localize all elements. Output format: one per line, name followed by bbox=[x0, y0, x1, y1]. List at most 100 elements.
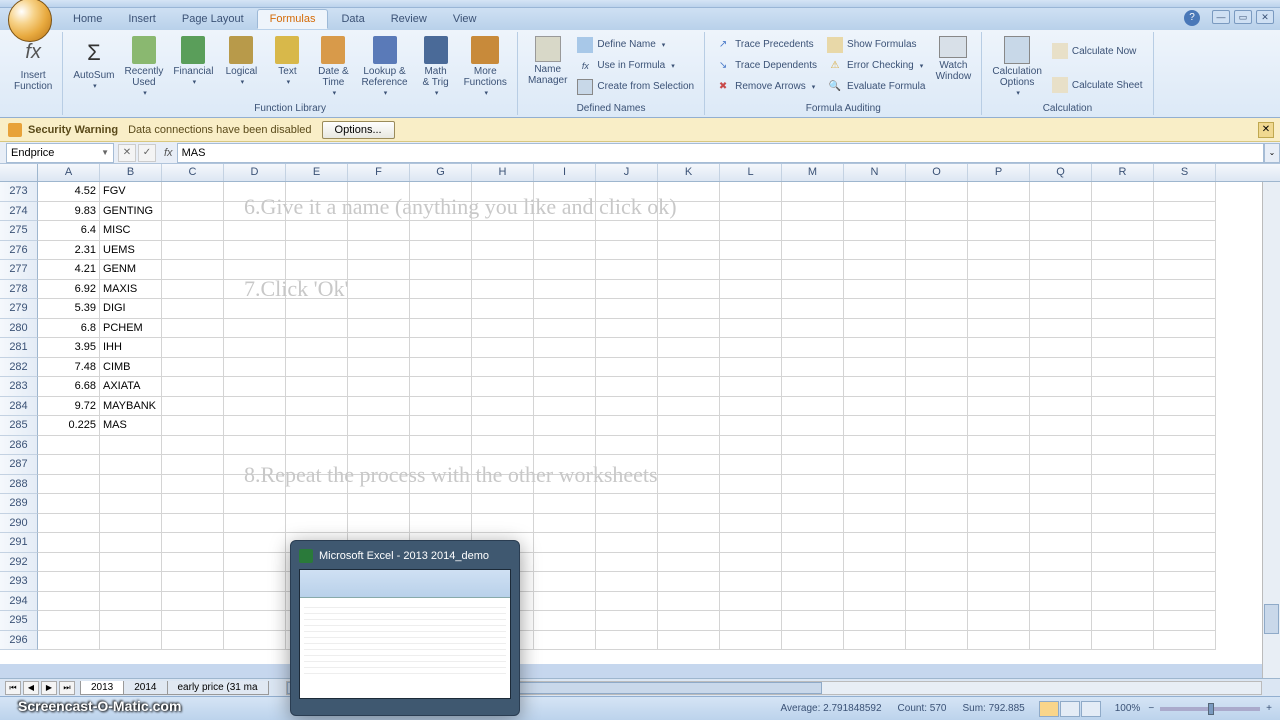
cell[interactable] bbox=[658, 202, 720, 222]
cell[interactable] bbox=[906, 377, 968, 397]
cell[interactable] bbox=[534, 241, 596, 261]
cell[interactable] bbox=[1030, 416, 1092, 436]
cell[interactable] bbox=[348, 319, 410, 339]
cell[interactable] bbox=[534, 338, 596, 358]
cell[interactable] bbox=[1030, 241, 1092, 261]
cell[interactable] bbox=[968, 241, 1030, 261]
zoom-in-button[interactable]: + bbox=[1266, 703, 1272, 714]
cell[interactable] bbox=[720, 436, 782, 456]
cell[interactable] bbox=[658, 553, 720, 573]
column-header[interactable]: R bbox=[1092, 164, 1154, 181]
cell[interactable] bbox=[534, 533, 596, 553]
cell[interactable] bbox=[348, 494, 410, 514]
cell[interactable] bbox=[782, 260, 844, 280]
cell[interactable] bbox=[1092, 436, 1154, 456]
cell[interactable] bbox=[286, 241, 348, 261]
cell[interactable] bbox=[472, 221, 534, 241]
cell[interactable] bbox=[782, 221, 844, 241]
cell[interactable]: 6.68 bbox=[38, 377, 100, 397]
cell[interactable] bbox=[410, 241, 472, 261]
cell[interactable] bbox=[844, 455, 906, 475]
cell[interactable] bbox=[38, 553, 100, 573]
cell[interactable] bbox=[472, 416, 534, 436]
cell[interactable] bbox=[534, 592, 596, 612]
name-box[interactable]: Endprice▼ bbox=[6, 143, 114, 163]
create-from-selection-button[interactable]: Create from Selection bbox=[573, 76, 698, 97]
cell[interactable] bbox=[968, 319, 1030, 339]
cell[interactable] bbox=[534, 436, 596, 456]
row-header[interactable]: 278 bbox=[0, 280, 38, 300]
column-header[interactable]: S bbox=[1154, 164, 1216, 181]
cell[interactable] bbox=[224, 241, 286, 261]
cell[interactable]: GENTING bbox=[100, 202, 162, 222]
cell[interactable]: 7.48 bbox=[38, 358, 100, 378]
cell[interactable] bbox=[224, 358, 286, 378]
zoom-slider[interactable] bbox=[1160, 707, 1260, 711]
cell[interactable] bbox=[224, 397, 286, 417]
cell[interactable] bbox=[844, 397, 906, 417]
evaluate-formula-button[interactable]: 🔍Evaluate Formula bbox=[823, 76, 929, 97]
cell[interactable] bbox=[1154, 416, 1216, 436]
cell[interactable] bbox=[1092, 494, 1154, 514]
cell[interactable] bbox=[348, 260, 410, 280]
cell[interactable] bbox=[720, 572, 782, 592]
cell[interactable] bbox=[906, 221, 968, 241]
cell[interactable] bbox=[534, 299, 596, 319]
cell[interactable] bbox=[472, 319, 534, 339]
normal-view-button[interactable] bbox=[1039, 701, 1059, 717]
cell[interactable] bbox=[100, 592, 162, 612]
cell[interactable] bbox=[720, 338, 782, 358]
cell[interactable] bbox=[410, 494, 472, 514]
cell[interactable] bbox=[1154, 202, 1216, 222]
column-header[interactable]: P bbox=[968, 164, 1030, 181]
cell[interactable] bbox=[720, 475, 782, 495]
cell[interactable] bbox=[1154, 572, 1216, 592]
cell[interactable] bbox=[844, 494, 906, 514]
cell[interactable] bbox=[472, 182, 534, 202]
cell[interactable] bbox=[720, 221, 782, 241]
cell[interactable] bbox=[162, 436, 224, 456]
row-header[interactable]: 293 bbox=[0, 572, 38, 592]
cell[interactable] bbox=[348, 514, 410, 534]
cell[interactable] bbox=[162, 514, 224, 534]
cell[interactable] bbox=[410, 280, 472, 300]
cell[interactable] bbox=[348, 202, 410, 222]
expand-formula-bar-button[interactable]: ⌄ bbox=[1264, 143, 1280, 163]
help-icon[interactable]: ? bbox=[1184, 10, 1200, 26]
cell[interactable] bbox=[1030, 182, 1092, 202]
cell[interactable] bbox=[162, 202, 224, 222]
row-header[interactable]: 285 bbox=[0, 416, 38, 436]
cell[interactable] bbox=[162, 241, 224, 261]
cell[interactable] bbox=[720, 611, 782, 631]
cell[interactable] bbox=[844, 377, 906, 397]
cell[interactable] bbox=[1154, 514, 1216, 534]
row-header[interactable]: 273 bbox=[0, 182, 38, 202]
cell[interactable] bbox=[1154, 377, 1216, 397]
cell[interactable] bbox=[1092, 319, 1154, 339]
cell[interactable] bbox=[348, 397, 410, 417]
close-button[interactable]: ✕ bbox=[1256, 10, 1274, 24]
cell[interactable] bbox=[224, 416, 286, 436]
cell[interactable] bbox=[844, 533, 906, 553]
cell[interactable] bbox=[1030, 631, 1092, 651]
cell[interactable] bbox=[782, 182, 844, 202]
column-header[interactable]: I bbox=[534, 164, 596, 181]
cell[interactable] bbox=[162, 494, 224, 514]
cell[interactable] bbox=[968, 611, 1030, 631]
cell[interactable] bbox=[410, 455, 472, 475]
cell[interactable] bbox=[906, 397, 968, 417]
cell[interactable] bbox=[968, 494, 1030, 514]
scrollbar-thumb[interactable] bbox=[1264, 604, 1279, 634]
cell[interactable] bbox=[658, 592, 720, 612]
cell[interactable] bbox=[162, 592, 224, 612]
cell[interactable] bbox=[1030, 533, 1092, 553]
restore-button[interactable]: ▭ bbox=[1234, 10, 1252, 24]
cell[interactable] bbox=[1092, 338, 1154, 358]
cell[interactable] bbox=[1092, 592, 1154, 612]
close-warning-button[interactable]: ✕ bbox=[1258, 122, 1274, 138]
cell[interactable] bbox=[162, 358, 224, 378]
cell[interactable] bbox=[100, 494, 162, 514]
cell[interactable] bbox=[224, 319, 286, 339]
row-header[interactable]: 292 bbox=[0, 553, 38, 573]
cell[interactable] bbox=[1030, 572, 1092, 592]
